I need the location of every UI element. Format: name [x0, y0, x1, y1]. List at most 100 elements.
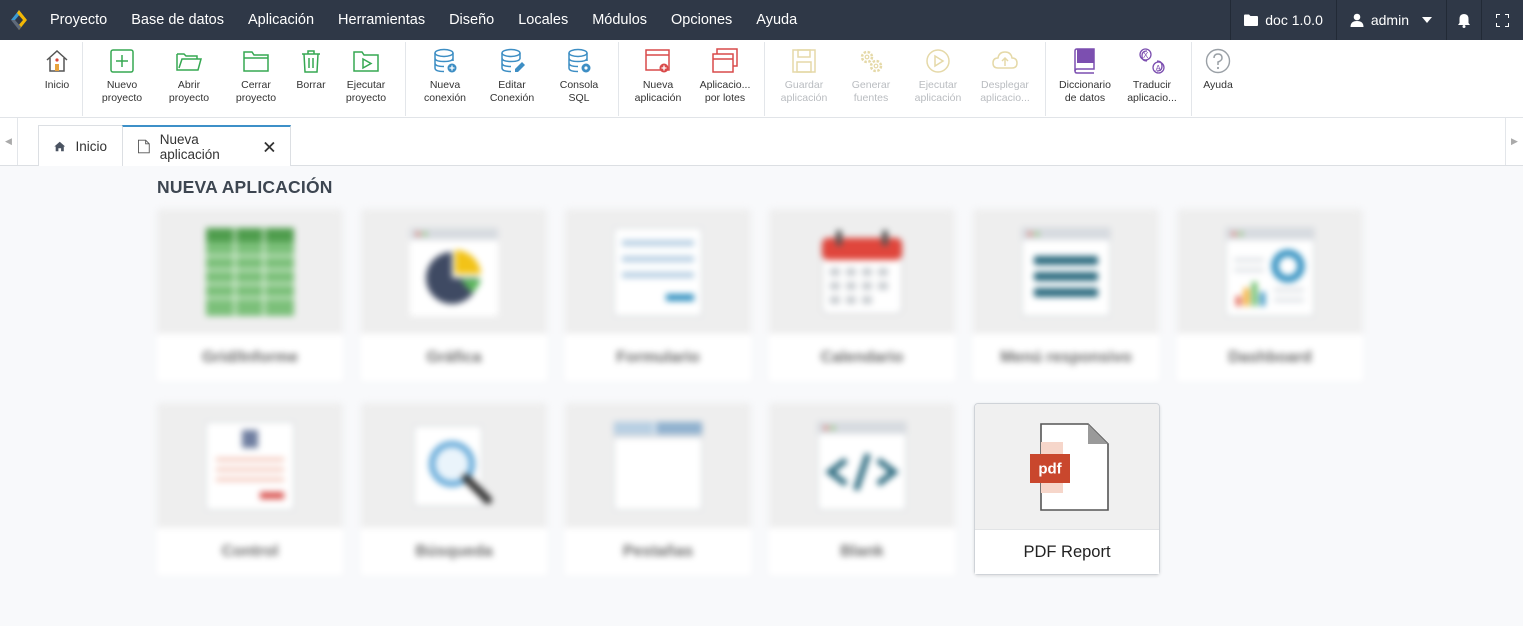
toolbar: Inicio Nuevo proyecto Abrir proyecto Cer…: [0, 40, 1523, 118]
nueva-aplicacion-button[interactable]: Nueva aplicación: [623, 47, 693, 105]
guardar-aplicacion-button[interactable]: Guardar aplicación: [769, 47, 839, 105]
calendar-icon: [821, 229, 903, 314]
card-calendario-image: [769, 209, 955, 334]
tabs-scroll-left-icon[interactable]: ◀: [0, 118, 18, 165]
menu-aplicacion[interactable]: Aplicación: [236, 0, 326, 40]
bell-icon: [1458, 13, 1470, 28]
editar-conexion-label: Editar Conexión: [489, 79, 535, 104]
ejecutar-proyecto-button[interactable]: Ejecutar proyecto: [331, 47, 401, 105]
card-grafica[interactable]: Gráfica: [361, 209, 547, 381]
card-menu-responsivo-label: Menú responsivo: [973, 334, 1159, 381]
menu-base-de-datos[interactable]: Base de datos: [119, 0, 236, 40]
card-calendario-label: Calendario: [769, 334, 955, 381]
pdf-file-icon: pdf: [1030, 422, 1109, 511]
card-blank[interactable]: Blank: [769, 403, 955, 575]
menu-herramientas[interactable]: Herramientas: [326, 0, 437, 40]
tabs-icon: [613, 421, 703, 510]
menu-proyecto[interactable]: Proyecto: [38, 0, 119, 40]
translate-icon: XA: [1139, 48, 1165, 74]
generar-fuentes-button[interactable]: Generar fuentes: [836, 47, 906, 105]
folder-close-icon: [243, 51, 269, 72]
menu-modulos[interactable]: Módulos: [580, 0, 659, 40]
card-menu-responsivo[interactable]: Menú responsivo: [973, 209, 1159, 381]
home-icon: [46, 49, 68, 72]
card-grafica-image: [361, 209, 547, 334]
fullscreen-button[interactable]: [1481, 0, 1523, 40]
close-icon[interactable]: [264, 141, 275, 153]
consola-sql-button[interactable]: Consola SQL: [544, 47, 614, 105]
svg-text:A: A: [1156, 64, 1162, 73]
nueva-conexion-button[interactable]: Nueva conexión: [410, 47, 480, 105]
database-edit-icon: [501, 48, 525, 73]
card-control-image: [157, 403, 343, 528]
editar-conexion-button[interactable]: Editar Conexión: [477, 47, 547, 105]
ayuda-button[interactable]: Ayuda: [1183, 47, 1253, 92]
card-busqueda-label: Búsqueda: [361, 528, 547, 575]
traducir-aplicacion-button[interactable]: XA Traducir aplicacio...: [1117, 47, 1187, 105]
nueva-aplicacion-label: Nueva aplicación: [634, 79, 682, 104]
gears-icon: [860, 50, 883, 73]
tab-nueva-aplicacion[interactable]: Nueva aplicación: [122, 125, 291, 166]
menu-ayuda[interactable]: Ayuda: [744, 0, 809, 40]
card-pdf-report[interactable]: pdf PDF Report: [974, 403, 1160, 575]
tab-inicio[interactable]: Inicio: [38, 125, 123, 166]
cloud-upload-icon: [992, 51, 1018, 69]
main-content: NUEVA APLICACIÓN Grid/Informe Gráfica Fo…: [0, 167, 1523, 626]
database-console-icon: [568, 48, 591, 73]
menu-locales[interactable]: Locales: [506, 0, 580, 40]
consola-sql-label: Consola SQL: [559, 79, 599, 104]
card-control[interactable]: Control: [157, 403, 343, 575]
card-grid-informe-image: [157, 209, 343, 334]
cerrar-proyecto-label: Cerrar proyecto: [235, 79, 277, 104]
guardar-aplicacion-label: Guardar aplicación: [780, 79, 828, 104]
menu-right: doc 1.0.0 admin: [1230, 0, 1523, 40]
traducir-aplicacion-label: Traducir aplicacio...: [1127, 79, 1177, 104]
abrir-proyecto-button[interactable]: Abrir proyecto: [154, 47, 224, 105]
card-dashboard-label: Dashboard: [1177, 334, 1363, 381]
card-formulario[interactable]: Formulario: [565, 209, 751, 381]
card-formulario-image: [565, 209, 751, 334]
tabs-scroll-right-icon[interactable]: ▶: [1505, 118, 1523, 165]
batch-application-icon: [712, 48, 738, 73]
user-name: admin: [1370, 12, 1409, 28]
user-menu[interactable]: admin: [1335, 0, 1446, 40]
card-pestanas[interactable]: Pestañas: [565, 403, 751, 575]
card-control-label: Control: [157, 528, 343, 575]
menu-bar: Proyecto Base de datos Aplicación Herram…: [0, 0, 1523, 40]
fullscreen-icon: [1496, 13, 1509, 27]
app-logo-icon[interactable]: [0, 0, 38, 40]
card-busqueda-image: [361, 403, 547, 528]
card-grid-informe[interactable]: Grid/Informe: [157, 209, 343, 381]
menu-opciones[interactable]: Opciones: [659, 0, 744, 40]
file-icon: [138, 139, 150, 154]
menu-diseno[interactable]: Diseño: [437, 0, 506, 40]
card-calendario[interactable]: Calendario: [769, 209, 955, 381]
notifications-button[interactable]: [1446, 0, 1481, 40]
svg-text:X: X: [1143, 51, 1149, 60]
card-menu-responsivo-image: [973, 209, 1159, 334]
ayuda-label: Ayuda: [1203, 79, 1233, 91]
chevron-down-icon: [1422, 17, 1432, 23]
nuevo-proyecto-button[interactable]: Nuevo proyecto: [87, 47, 157, 105]
diccionario-datos-button[interactable]: Diccionario de datos: [1050, 47, 1120, 105]
project-selector[interactable]: doc 1.0.0: [1230, 0, 1336, 40]
inicio-button[interactable]: Inicio: [22, 47, 92, 92]
ejecutar-proyecto-label: Ejecutar proyecto: [345, 79, 387, 104]
diccionario-datos-label: Diccionario de datos: [1059, 79, 1111, 104]
page-title: NUEVA APLICACIÓN: [157, 177, 333, 197]
card-blank-label: Blank: [769, 528, 955, 575]
database-add-icon: [434, 48, 457, 73]
card-busqueda[interactable]: Búsqueda: [361, 403, 547, 575]
card-dashboard[interactable]: Dashboard: [1177, 209, 1363, 381]
folder-icon: [1244, 14, 1259, 26]
user-icon: [1350, 13, 1364, 27]
ejecutar-aplicacion-button[interactable]: Ejecutar aplicación: [903, 47, 973, 105]
card-formulario-label: Formulario: [565, 334, 751, 381]
pdf-icon-text: pdf: [1038, 460, 1062, 477]
card-pestanas-image: [565, 403, 751, 528]
aplicacion-lotes-button[interactable]: Aplicacio... por lotes: [690, 47, 760, 105]
book-icon: [1074, 48, 1095, 74]
tab-inicio-label: Inicio: [75, 138, 107, 154]
desplegar-aplicacion-button[interactable]: Desplegar aplicacio...: [970, 47, 1040, 105]
save-icon: [792, 49, 816, 73]
